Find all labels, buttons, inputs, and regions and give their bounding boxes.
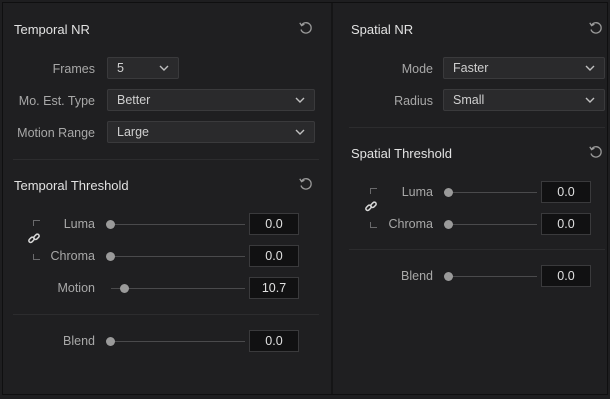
- temporal-luma-label: Luma: [63, 217, 95, 231]
- temporal-chroma-slider[interactable]: [111, 256, 245, 257]
- spatial-threshold-title: Spatial Threshold: [351, 146, 452, 161]
- link-icon[interactable]: [364, 200, 378, 214]
- link-bracket-bottom: [370, 222, 377, 228]
- section-divider: [13, 159, 319, 160]
- mode-value: Faster: [453, 61, 489, 75]
- spatial-luma-slider[interactable]: [449, 192, 537, 193]
- frames-select[interactable]: 5: [107, 57, 179, 79]
- frames-label: Frames: [52, 62, 95, 76]
- temporal-chroma-slider-handle[interactable]: [106, 252, 115, 261]
- spatial-chroma-label: Chroma: [388, 217, 433, 231]
- frames-value: 5: [117, 61, 124, 75]
- mode-select[interactable]: Faster: [443, 57, 605, 79]
- mo-est-type-select[interactable]: Better: [107, 89, 315, 111]
- temporal-luma-value[interactable]: 0.0: [249, 213, 299, 235]
- spatial-luma-slider-handle[interactable]: [444, 188, 453, 197]
- radius-select[interactable]: Small: [443, 89, 605, 111]
- radius-value: Small: [453, 93, 485, 107]
- section-divider: [349, 249, 605, 250]
- temporal-luma-slider[interactable]: [111, 224, 245, 225]
- temporal-threshold-title: Temporal Threshold: [14, 178, 129, 193]
- temporal-luma-slider-handle[interactable]: [106, 220, 115, 229]
- spatial-nr-reset-icon[interactable]: [588, 20, 604, 36]
- chevron-down-icon: [585, 97, 595, 103]
- spatial-chroma-slider-handle[interactable]: [444, 220, 453, 229]
- link-bracket-top: [370, 188, 377, 194]
- spatial-blend-slider-handle[interactable]: [444, 272, 453, 281]
- section-divider: [13, 314, 319, 315]
- motion-slider-handle[interactable]: [120, 284, 129, 293]
- link-bracket-bottom: [33, 254, 40, 260]
- section-divider: [349, 127, 605, 128]
- temporal-chroma-value[interactable]: 0.0: [249, 245, 299, 267]
- radius-label: Radius: [394, 94, 433, 108]
- temporal-nr-title: Temporal NR: [14, 22, 90, 37]
- temporal-blend-label: Blend: [63, 334, 95, 348]
- temporal-nr-reset-icon[interactable]: [298, 20, 314, 36]
- spatial-threshold-reset-icon[interactable]: [588, 144, 604, 160]
- temporal-blend-slider[interactable]: [111, 341, 245, 342]
- motion-value[interactable]: 10.7: [249, 277, 299, 299]
- motion-range-value: Large: [117, 125, 149, 139]
- temporal-blend-slider-handle[interactable]: [106, 337, 115, 346]
- mo-est-type-label: Mo. Est. Type: [18, 94, 95, 108]
- motion-label: Motion: [57, 281, 95, 295]
- spatial-luma-label: Luma: [401, 185, 433, 199]
- chevron-down-icon: [585, 65, 595, 71]
- spatial-blend-slider[interactable]: [449, 276, 537, 277]
- chevron-down-icon: [159, 65, 169, 71]
- motion-slider[interactable]: [111, 288, 245, 289]
- spatial-luma-value[interactable]: 0.0: [541, 181, 591, 203]
- temporal-threshold-reset-icon[interactable]: [298, 176, 314, 192]
- mo-est-type-value: Better: [117, 93, 151, 107]
- spatial-blend-label: Blend: [401, 269, 433, 283]
- spatial-nr-title: Spatial NR: [351, 22, 414, 37]
- chevron-down-icon: [295, 129, 305, 135]
- motion-range-select[interactable]: Large: [107, 121, 315, 143]
- noise-reduction-panel: Temporal NR Frames 5 Mo. Est. Type Bette…: [2, 2, 608, 395]
- temporal-chroma-label: Chroma: [50, 249, 95, 263]
- spatial-chroma-slider[interactable]: [449, 224, 537, 225]
- motion-range-label: Motion Range: [17, 126, 95, 140]
- spatial-blend-value[interactable]: 0.0: [541, 265, 591, 287]
- temporal-blend-value[interactable]: 0.0: [249, 330, 299, 352]
- link-bracket-top: [33, 220, 40, 226]
- spatial-chroma-value[interactable]: 0.0: [541, 213, 591, 235]
- link-icon[interactable]: [27, 232, 41, 246]
- mode-label: Mode: [401, 62, 433, 76]
- chevron-down-icon: [295, 97, 305, 103]
- column-divider: [331, 3, 333, 394]
